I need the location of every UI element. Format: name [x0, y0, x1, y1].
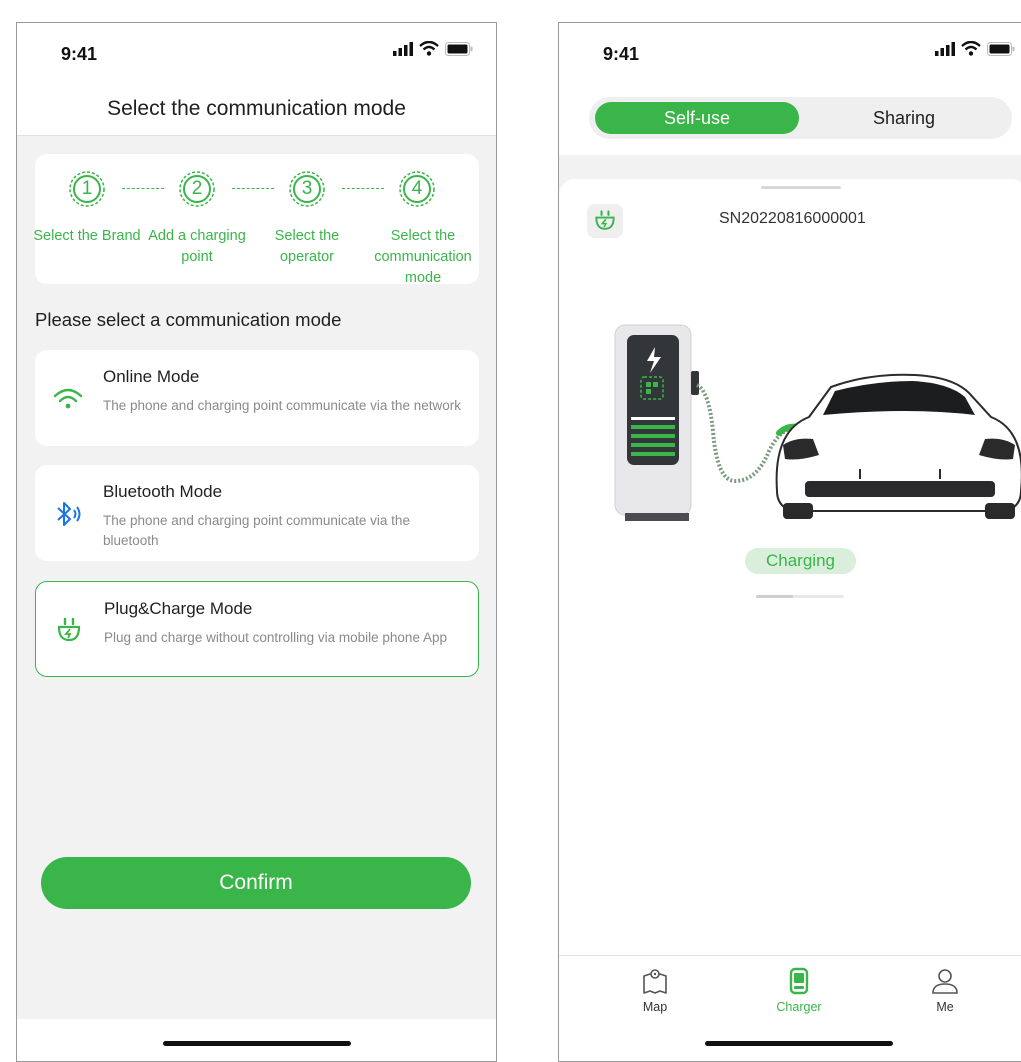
segment-control-area: Self-use Sharing	[559, 81, 1021, 155]
wifi-icon	[53, 388, 83, 409]
status-icons	[393, 41, 473, 56]
step-connector	[232, 188, 274, 189]
plug-and-charge-mode-option[interactable]: Plug&Charge Mode Plug and charge without…	[35, 581, 479, 677]
step-4-number: 4	[411, 178, 423, 199]
wifi-status-icon	[961, 41, 981, 56]
step-2-number: 2	[191, 178, 203, 199]
charging-illustration	[614, 324, 1021, 521]
step-1-number: 1	[81, 178, 93, 199]
step-connector	[122, 188, 164, 189]
map-icon	[643, 969, 667, 994]
serial-number: SN20220816000001	[719, 210, 866, 227]
step-1-label: Select the Brand	[33, 228, 141, 244]
signal-icon	[393, 41, 413, 56]
home-indicator[interactable]	[163, 1041, 351, 1046]
tab-label: Me	[936, 1000, 954, 1014]
status-icons	[935, 41, 1015, 56]
status-bar: 9:41	[559, 23, 1021, 81]
home-indicator[interactable]	[705, 1041, 893, 1046]
title-bar: Select the communication mode	[17, 81, 496, 136]
bluetooth-mode-option[interactable]: Bluetooth Mode The phone and charging po…	[35, 465, 479, 561]
charger-icon	[789, 967, 809, 995]
step-connector	[342, 188, 384, 189]
communication-mode-screen: 9:41 Select the communication mode 1 2 3…	[16, 22, 497, 1062]
charging-progress	[756, 595, 844, 598]
tab-map[interactable]: Map	[615, 966, 695, 1014]
charging-progress-fill	[756, 595, 793, 598]
charger-badge	[587, 204, 623, 238]
charging-status-badge: Charging	[745, 548, 856, 574]
mode-description: The phone and charging point communicate…	[103, 398, 461, 413]
step-3-label: Select the operator	[274, 228, 340, 265]
tab-me[interactable]: Me	[905, 966, 985, 1014]
step-4-label: Select the communication mode	[374, 228, 472, 286]
mode-description: The phone and charging point communicate…	[103, 513, 410, 548]
signal-icon	[935, 41, 955, 56]
online-mode-option[interactable]: Online Mode The phone and charging point…	[35, 350, 479, 446]
battery-icon	[445, 41, 473, 56]
self-use-tab[interactable]: Self-use	[595, 102, 799, 134]
sharing-tab[interactable]: Sharing	[814, 102, 994, 134]
tab-charger[interactable]: Charger	[759, 966, 839, 1014]
step-2-label: Add a charging point	[148, 228, 246, 265]
section-title: Please select a communication mode	[35, 309, 342, 330]
usage-segment-control: Self-use Sharing	[589, 97, 1012, 139]
wifi-status-icon	[419, 41, 439, 56]
battery-icon	[987, 41, 1015, 56]
page-title: Select the communication mode	[107, 97, 406, 120]
person-icon	[932, 969, 958, 994]
tab-label: Map	[642, 1000, 668, 1014]
charger-card: SN20220816000001 Charging	[559, 179, 1021, 959]
charger-screen: 9:41 Self-use Sharing SN20220816000001 C…	[558, 22, 1021, 1062]
step-3-number: 3	[301, 178, 313, 199]
drag-handle[interactable]	[761, 186, 841, 189]
bluetooth-icon	[57, 502, 81, 526]
mode-title: Online Mode	[103, 367, 200, 386]
status-time: 9:41	[61, 44, 98, 64]
plug-icon	[57, 617, 81, 642]
mode-description: Plug and charge without controlling via …	[104, 630, 447, 645]
mode-title: Plug&Charge Mode	[104, 599, 253, 618]
confirm-button[interactable]: Confirm	[41, 857, 471, 909]
progress-stepper: 1 2 3 4 Select the Brand Add a charging …	[33, 154, 479, 286]
status-time: 9:41	[603, 44, 640, 64]
status-bar: 9:41	[17, 23, 496, 81]
mode-title: Bluetooth Mode	[103, 482, 223, 501]
tab-label: Charger	[776, 1000, 822, 1014]
plug-icon	[595, 210, 615, 230]
